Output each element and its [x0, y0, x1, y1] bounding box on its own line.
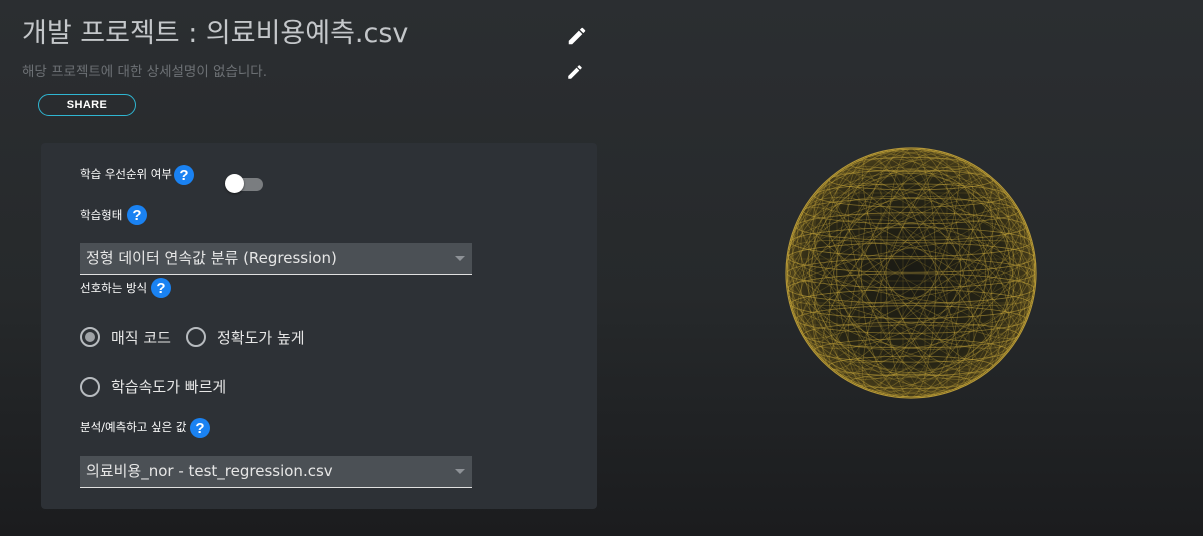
preference-label: 선호하는 방식 — [80, 281, 148, 295]
project-description: 해당 프로젝트에 대한 상세설명이 없습니다. — [22, 64, 268, 80]
radio-high-accuracy[interactable] — [186, 327, 206, 347]
priority-help-icon[interactable]: ? — [174, 165, 194, 185]
wireframe-sphere-graphic — [785, 147, 1037, 399]
share-button[interactable]: SHARE — [38, 94, 136, 116]
edit-description-pencil-icon[interactable] — [566, 63, 584, 81]
learning-type-label: 학습형태 — [80, 208, 123, 222]
target-value: 의료비용_nor - test_regression.csv — [86, 462, 333, 480]
dropdown-arrow-icon — [455, 469, 465, 474]
edit-title-pencil-icon[interactable] — [566, 25, 588, 47]
dropdown-arrow-icon — [455, 256, 465, 261]
radio-magic-code[interactable] — [80, 327, 100, 347]
priority-toggle[interactable] — [225, 173, 265, 195]
preference-help-icon[interactable]: ? — [151, 278, 171, 298]
toggle-thumb — [225, 174, 244, 193]
radio-fast-training-label[interactable]: 학습속도가 빠르게 — [111, 376, 226, 397]
radio-high-accuracy-label[interactable]: 정확도가 높게 — [217, 327, 305, 348]
learning-type-select[interactable]: 정형 데이터 연속값 분류 (Regression) — [80, 243, 472, 275]
target-help-icon[interactable]: ? — [190, 418, 210, 438]
learning-type-help-icon[interactable]: ? — [127, 205, 147, 225]
radio-magic-code-label[interactable]: 매직 코드 — [111, 327, 171, 348]
target-select[interactable]: 의료비용_nor - test_regression.csv — [80, 456, 472, 488]
project-title: 개발 프로젝트 : 의료비용예측.csv — [22, 18, 409, 49]
priority-label: 학습 우선순위 여부 — [80, 167, 172, 181]
learning-type-value: 정형 데이터 연속값 분류 (Regression) — [86, 249, 337, 267]
target-label: 분석/예측하고 싶은 값 — [80, 420, 187, 434]
settings-panel: 학습 우선순위 여부 ? 학습형태 ? 정형 데이터 연속값 분류 (Regre… — [41, 143, 597, 509]
radio-fast-training[interactable] — [80, 377, 100, 397]
